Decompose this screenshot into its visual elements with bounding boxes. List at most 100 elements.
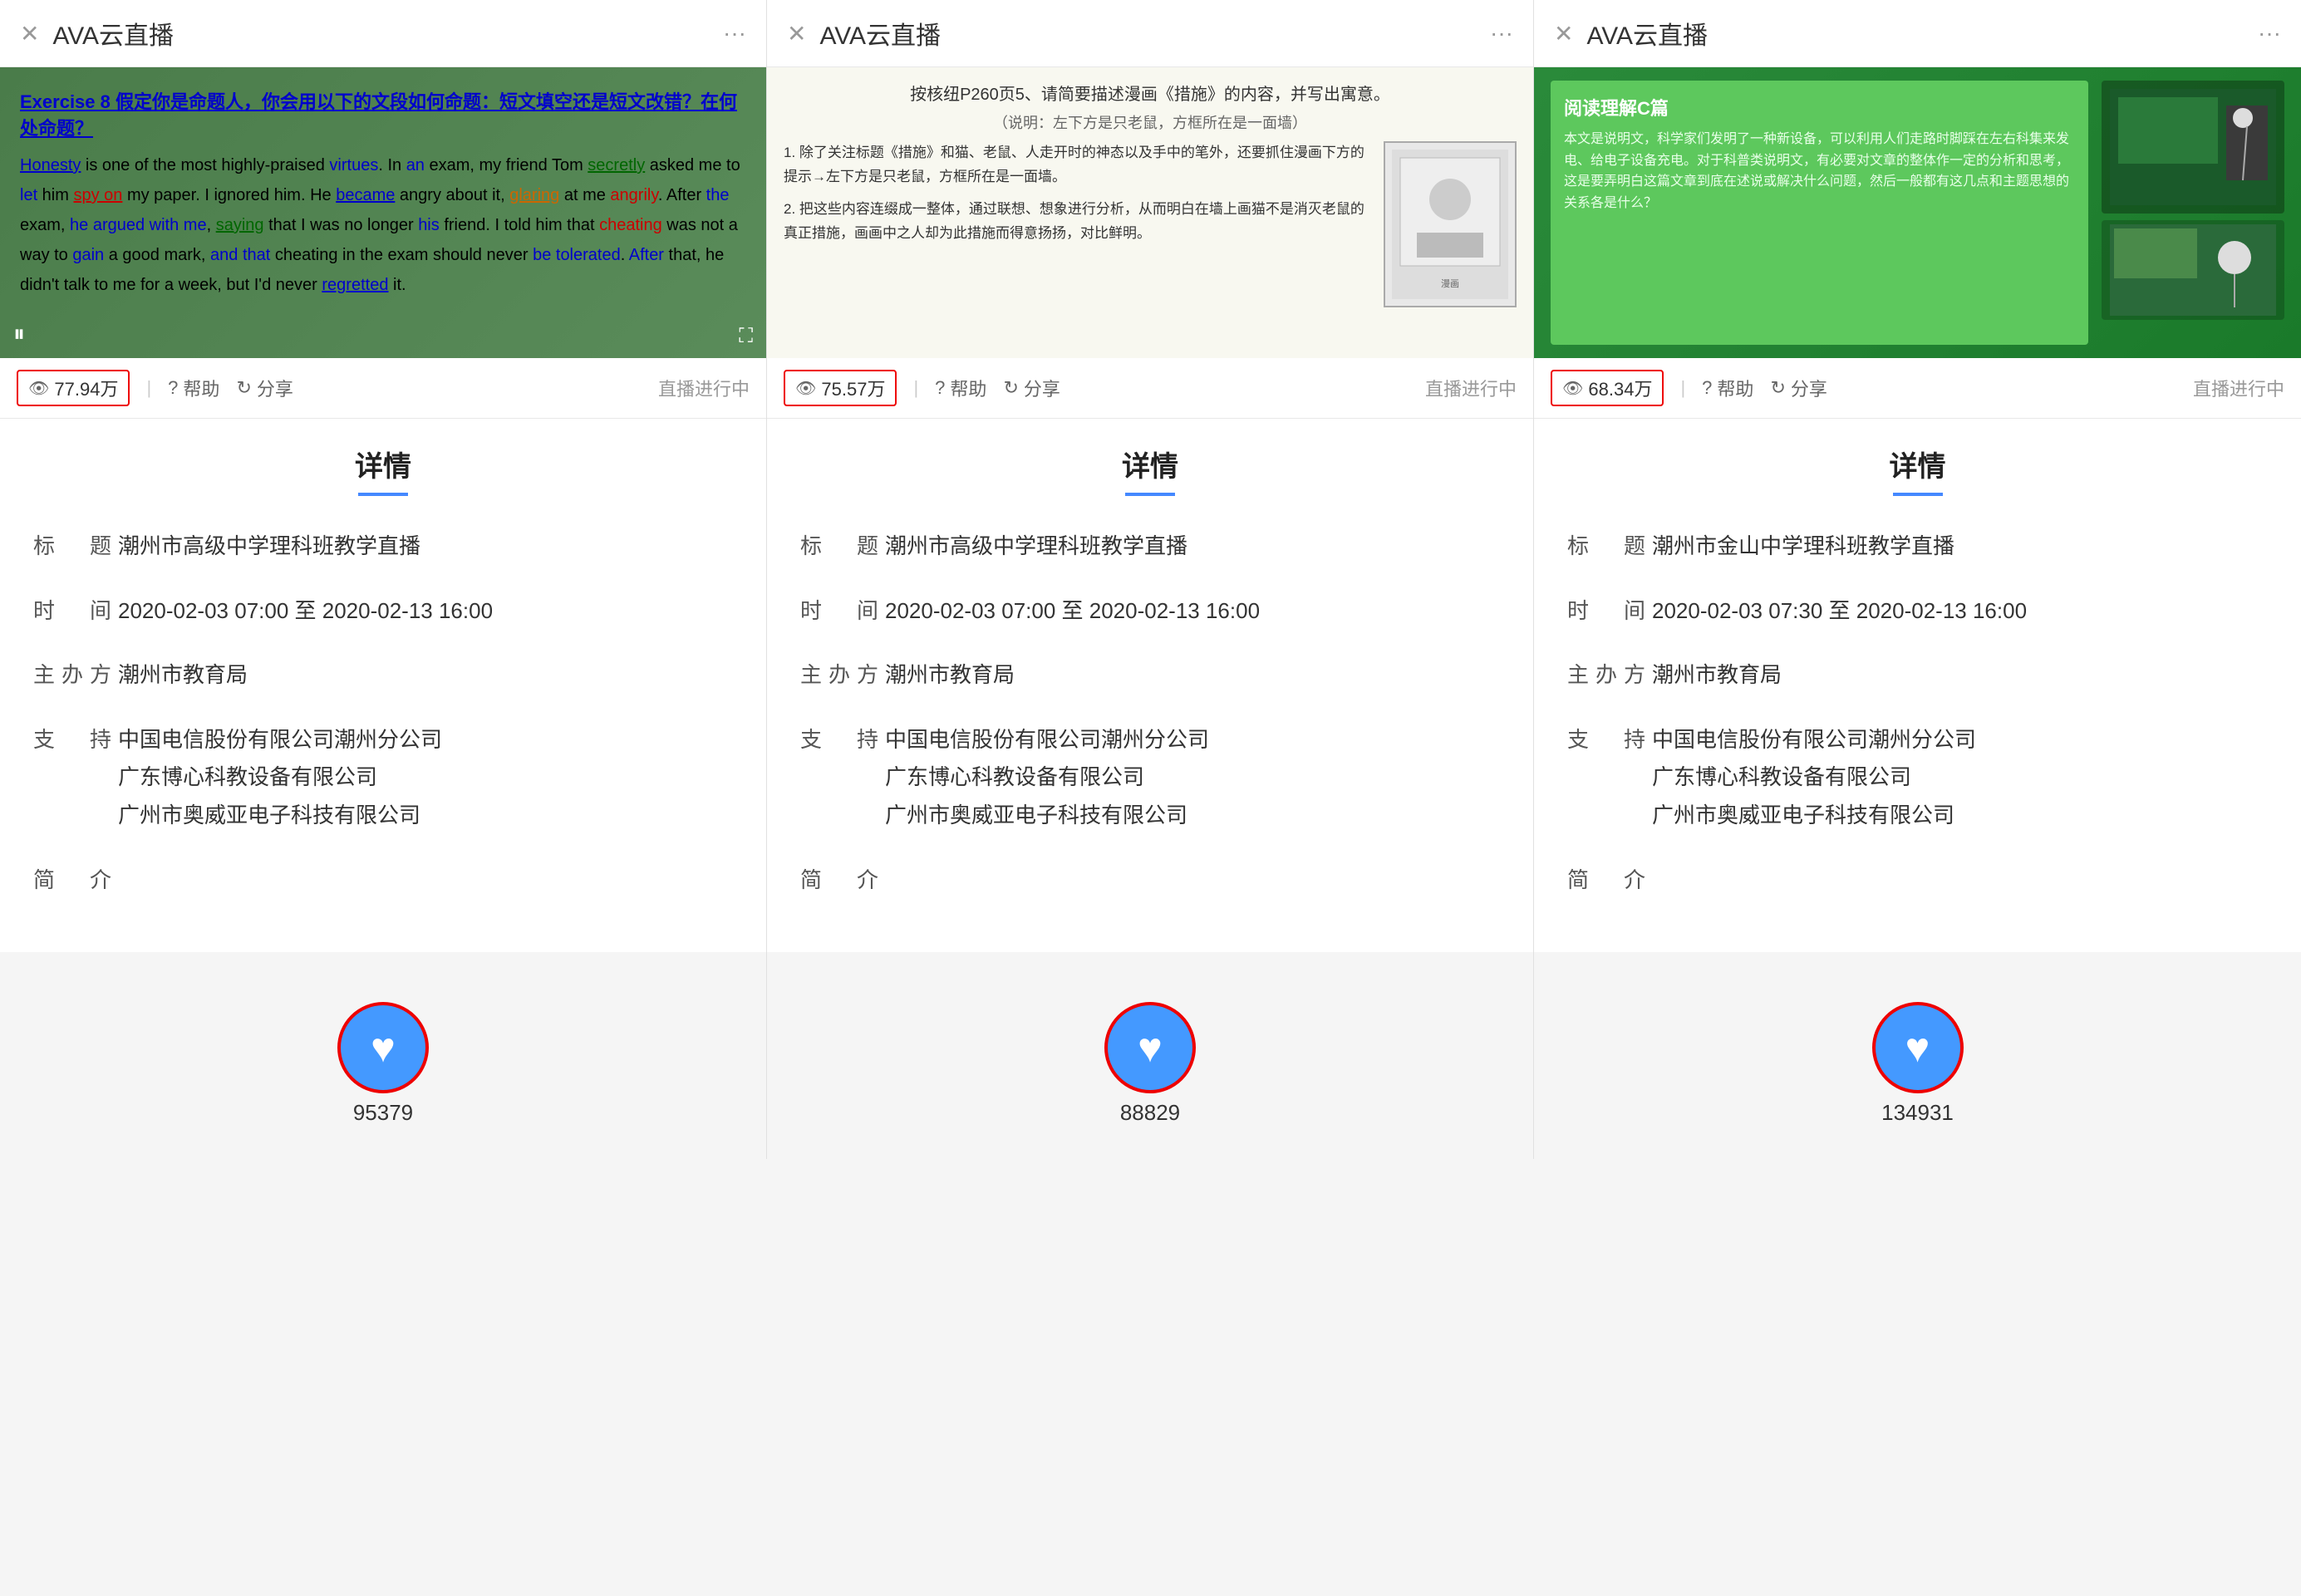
like-count: 95379: [353, 1100, 413, 1126]
detail-label-4: 简 介: [1567, 863, 1652, 898]
help-button[interactable]: ? 帮助: [1702, 375, 1753, 401]
like-button-wrapper: ♥ 88829: [1104, 1002, 1196, 1126]
play-pause-btn[interactable]: ⏸: [13, 321, 25, 348]
eye-icon: 👁: [28, 378, 49, 399]
close-icon[interactable]: ✕: [787, 20, 806, 47]
detail-label-0: 标 题: [33, 529, 118, 564]
classroom-preview: [2102, 81, 2284, 214]
title-bar: ✕ AVA云直播 ···: [0, 0, 766, 67]
detail-label-3: 支 持: [800, 723, 885, 758]
eye-icon: 👁: [795, 378, 816, 399]
app-title: AVA云直播: [52, 15, 723, 52]
more-icon[interactable]: ···: [1490, 20, 1513, 47]
stats-bar: 👁 77.94万 | ? 帮助 ↻ 分享 直播进行中: [0, 358, 766, 419]
detail-underline: [1125, 493, 1175, 496]
detail-title: 详情: [33, 444, 733, 484]
detail-value-1: 2020-02-03 07:00 至 2020-02-13 16:00: [885, 594, 1500, 629]
like-button-wrapper: ♥ 134931: [1872, 1002, 1964, 1126]
detail-value-1: 2020-02-03 07:30 至 2020-02-13 16:00: [1652, 594, 2268, 629]
share-button[interactable]: ↻ 分享: [1003, 375, 1060, 401]
title-bar: ✕ AVA云直播 ···: [1534, 0, 2301, 67]
eye-icon: 👁: [1562, 378, 1583, 399]
help-button[interactable]: ? 帮助: [168, 375, 219, 401]
detail-value-2: 潮州市教育局: [1652, 658, 2268, 693]
detail-row-1: 时 间 2020-02-03 07:00 至 2020-02-13 16:00: [800, 594, 1500, 629]
support-value: 中国电信股份有限公司潮州分公司: [118, 723, 733, 758]
detail-label-3: 支 持: [1567, 723, 1652, 758]
expand-btn[interactable]: ⛶: [739, 325, 753, 348]
more-icon[interactable]: ···: [2258, 20, 2281, 47]
view-count-box: 👁 77.94万: [17, 370, 130, 406]
detail-label-3: 支 持: [33, 723, 118, 758]
close-icon[interactable]: ✕: [1554, 20, 1573, 47]
support-value: 广州市奥威亚电子科技有限公司: [885, 798, 1500, 833]
detail-underline: [1893, 493, 1943, 496]
detail-value-2: 潮州市教育局: [885, 658, 1500, 693]
support-value: 广东博心科教设备有限公司: [1652, 760, 2268, 795]
view-count-box: 👁 68.34万: [1551, 370, 1664, 406]
detail-section: 详情 标 题 潮州市高级中学理科班教学直播 时 间 2020-02-03 07:…: [767, 419, 1533, 952]
close-icon[interactable]: ✕: [20, 20, 39, 47]
like-button[interactable]: ♥: [1104, 1002, 1196, 1093]
help-label: 帮助: [1717, 375, 1753, 401]
detail-row-4: 简 介: [800, 863, 1500, 898]
share-icon: ↻: [1003, 377, 1018, 399]
stats-bar: 👁 75.57万 | ? 帮助 ↻ 分享 直播进行中: [767, 358, 1533, 419]
video-area[interactable]: Exercise 8 假定你是命题人，你会用以下的文段如何命题：短文填空还是短文…: [0, 67, 766, 358]
detail-label-4: 简 介: [33, 863, 118, 898]
comic-content2: 2. 把这些内容连缀成一整体，通过联想、想象进行分析，从而明白在墙上画猫不是消灭…: [784, 198, 1370, 246]
heart-icon: ♥: [1905, 1024, 1930, 1072]
support-value: 中国电信股份有限公司潮州分公司: [885, 723, 1500, 758]
video-area[interactable]: 按核纽P260页5、请简要描述漫画《措施》的内容，并写出寓意。 （说明：左下方是…: [767, 67, 1533, 358]
classroom-right: [2102, 81, 2284, 345]
view-count: 75.57万: [821, 375, 885, 401]
view-count: 77.94万: [54, 375, 118, 401]
live-status: 直播进行中: [658, 375, 750, 401]
more-icon[interactable]: ···: [723, 20, 746, 47]
help-icon: ?: [1702, 377, 1712, 399]
detail-row-1: 时 间 2020-02-03 07:00 至 2020-02-13 16:00: [33, 594, 733, 629]
comic-image: 漫画: [1384, 141, 1517, 307]
heart-icon: ♥: [371, 1024, 396, 1072]
share-button[interactable]: ↻ 分享: [1770, 375, 1827, 401]
detail-value-0: 潮州市高级中学理科班教学直播: [885, 529, 1500, 564]
comic-title: 按核纽P260页5、请简要描述漫画《措施》的内容，并写出寓意。: [784, 81, 1517, 105]
title-bar: ✕ AVA云直播 ···: [767, 0, 1533, 67]
heart-icon: ♥: [1138, 1024, 1163, 1072]
like-button-wrapper: ♥ 95379: [337, 1002, 429, 1126]
like-button[interactable]: ♥: [337, 1002, 429, 1093]
detail-value-0: 潮州市高级中学理科班教学直播: [118, 529, 733, 564]
detail-value-3: 中国电信股份有限公司潮州分公司广东博心科教设备有限公司广州市奥威亚电子科技有限公…: [885, 723, 1500, 833]
like-area: ♥ 88829: [767, 952, 1533, 1159]
video-body-text: Honesty is one of the most highly-praise…: [20, 150, 746, 300]
detail-label-0: 标 题: [1567, 529, 1652, 564]
share-button[interactable]: ↻ 分享: [236, 375, 293, 401]
like-area: ♥ 95379: [0, 952, 766, 1159]
help-button[interactable]: ? 帮助: [935, 375, 986, 401]
detail-row-1: 时 间 2020-02-03 07:30 至 2020-02-13 16:00: [1567, 594, 2268, 629]
detail-row-3: 支 持 中国电信股份有限公司潮州分公司广东博心科教设备有限公司广州市奥威亚电子科…: [1567, 723, 2268, 833]
detail-row-2: 主办方 潮州市教育局: [33, 658, 733, 693]
detail-label-2: 主办方: [1567, 658, 1652, 693]
like-button[interactable]: ♥: [1872, 1002, 1964, 1093]
card-1: ✕ AVA云直播 ··· Exercise 8 假定你是命题人，你会用以下的文段…: [0, 0, 767, 1159]
detail-row-0: 标 题 潮州市高级中学理科班教学直播: [33, 529, 733, 564]
detail-row-3: 支 持 中国电信股份有限公司潮州分公司广东博心科教设备有限公司广州市奥威亚电子科…: [800, 723, 1500, 833]
divider1: |: [913, 377, 918, 399]
detail-row-2: 主办方 潮州市教育局: [1567, 658, 2268, 693]
card-3: ✕ AVA云直播 ··· 阅读理解C篇 本文是说明文，科学家们发明了一种新设备，…: [1534, 0, 2301, 1159]
share-icon: ↻: [1770, 377, 1785, 399]
slide-content: 本文是说明文，科学家们发明了一种新设备，可以利用人们走路时脚踩在左右科集来发电、…: [1564, 129, 2075, 214]
classroom-small-preview: [2102, 220, 2284, 320]
divider1: |: [146, 377, 151, 399]
video-area[interactable]: 阅读理解C篇 本文是说明文，科学家们发明了一种新设备，可以利用人们走路时脚踩在左…: [1534, 67, 2301, 358]
app-title: AVA云直播: [819, 15, 1490, 52]
share-icon: ↻: [236, 377, 251, 399]
share-label: 分享: [257, 375, 293, 401]
detail-label-2: 主办方: [33, 658, 118, 693]
help-icon: ?: [935, 377, 945, 399]
slide-title: 阅读理解C篇: [1564, 94, 2075, 120]
stats-bar: 👁 68.34万 | ? 帮助 ↻ 分享 直播进行中: [1534, 358, 2301, 419]
detail-underline: [358, 493, 408, 496]
detail-row-0: 标 题 潮州市金山中学理科班教学直播: [1567, 529, 2268, 564]
